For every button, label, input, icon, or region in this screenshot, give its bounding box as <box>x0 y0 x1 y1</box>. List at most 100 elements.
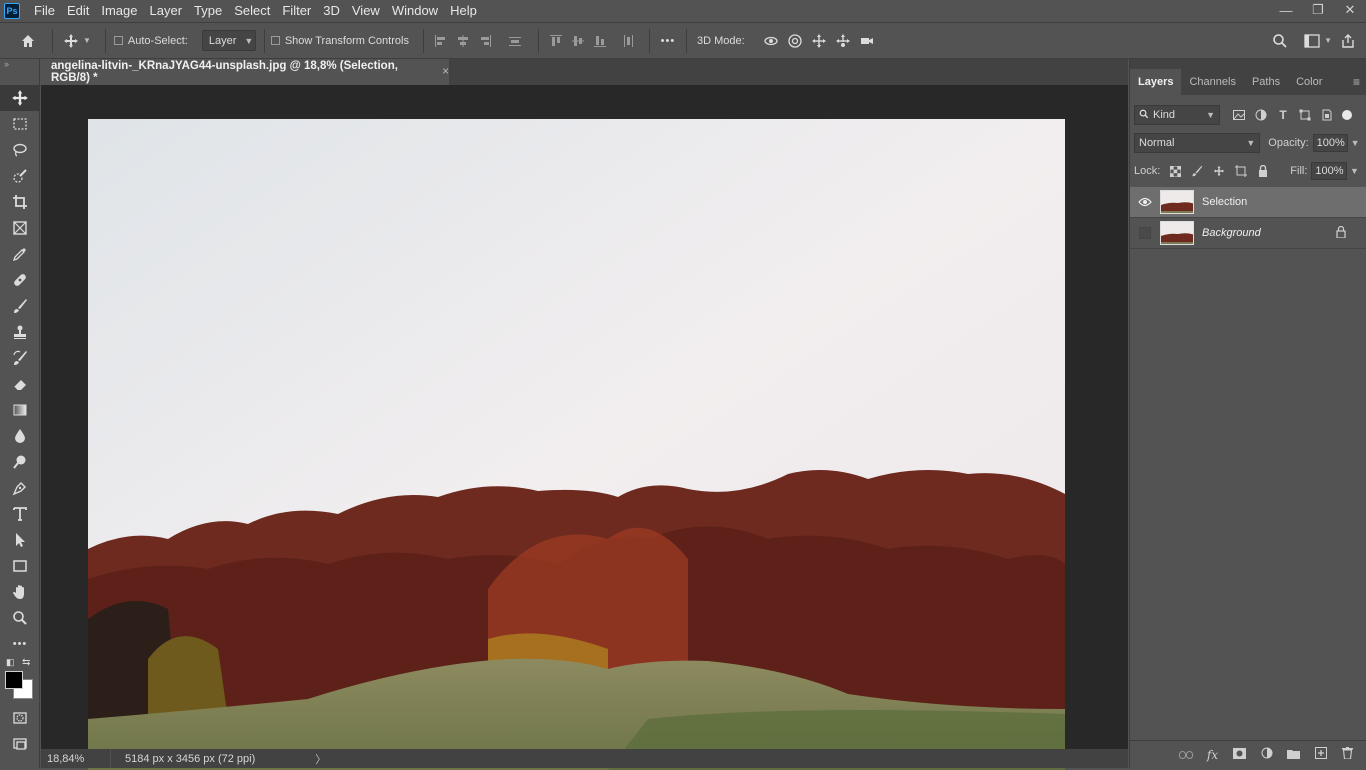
align-left-edges-icon[interactable] <box>430 30 452 52</box>
menu-filter[interactable]: Filter <box>276 0 317 22</box>
lasso-tool-icon[interactable] <box>0 137 40 163</box>
pen-tool-icon[interactable] <box>0 475 40 501</box>
menu-view[interactable]: View <box>346 0 386 22</box>
frame-tool-icon[interactable] <box>0 215 40 241</box>
align-horizontal-centers-icon[interactable] <box>452 30 474 52</box>
distribute-vertical-icon[interactable] <box>504 30 526 52</box>
tab-color[interactable]: Color <box>1288 69 1330 95</box>
new-layer-icon[interactable] <box>1307 747 1334 762</box>
menu-layer[interactable]: Layer <box>144 0 189 22</box>
distribute-horizontal-icon[interactable] <box>617 30 639 52</box>
opacity-input[interactable]: 100% <box>1312 134 1349 152</box>
share-icon[interactable] <box>1336 29 1360 53</box>
align-vertical-centers-icon[interactable] <box>567 30 589 52</box>
foreground-color-swatch[interactable] <box>5 671 23 689</box>
chevron-right-icon[interactable]: 〉 <box>315 751 326 767</box>
3d-orbit-icon[interactable] <box>759 29 783 53</box>
lock-artboard-icon[interactable] <box>1230 161 1252 181</box>
screen-mode-icon[interactable] <box>0 731 40 757</box>
add-mask-icon[interactable] <box>1226 747 1253 762</box>
chevron-down-icon[interactable]: ▼ <box>83 36 91 45</box>
quick-selection-tool-icon[interactable] <box>0 163 40 189</box>
3d-pan-icon[interactable] <box>807 29 831 53</box>
eraser-tool-icon[interactable] <box>0 371 40 397</box>
visibility-toggle[interactable] <box>1130 227 1160 239</box>
menu-window[interactable]: Window <box>386 0 444 22</box>
lock-position-icon[interactable] <box>1208 161 1230 181</box>
document-tab[interactable]: angelina-litvin-_KRnaJYAG44-unsplash.jpg… <box>41 59 449 85</box>
new-group-icon[interactable] <box>1280 748 1307 762</box>
hand-tool-icon[interactable] <box>0 579 40 605</box>
close-window-button[interactable]: ✕ <box>1334 0 1366 20</box>
3d-slide-icon[interactable] <box>831 29 855 53</box>
checkbox-icon[interactable] <box>270 36 280 45</box>
home-icon[interactable] <box>16 29 40 53</box>
more-options-icon[interactable]: ••• <box>656 29 680 53</box>
clone-stamp-tool-icon[interactable] <box>0 319 40 345</box>
align-top-edges-icon[interactable] <box>545 30 567 52</box>
restore-button[interactable]: ❐ <box>1302 0 1334 20</box>
align-bottom-edges-icon[interactable] <box>589 30 611 52</box>
move-tool-icon[interactable] <box>0 85 40 111</box>
brush-tool-icon[interactable] <box>0 293 40 319</box>
marquee-tool-icon[interactable] <box>0 111 40 137</box>
move-tool-preset-icon[interactable] <box>59 29 83 53</box>
lock-transparent-pixels-icon[interactable] <box>1164 161 1186 181</box>
fill-input[interactable]: 100% <box>1311 162 1348 180</box>
tab-channels[interactable]: Channels <box>1181 69 1243 95</box>
auto-select-checkbox[interactable]: Auto-Select: <box>113 35 188 47</box>
new-adjustment-layer-icon[interactable] <box>1253 747 1280 762</box>
path-selection-tool-icon[interactable] <box>0 527 40 553</box>
gradient-tool-icon[interactable] <box>0 397 40 423</box>
3d-roll-icon[interactable] <box>783 29 807 53</box>
shape-layer-filter-icon[interactable] <box>1294 105 1316 125</box>
dodge-tool-icon[interactable] <box>0 449 40 475</box>
workspace-icon[interactable] <box>1300 29 1324 53</box>
history-brush-tool-icon[interactable] <box>0 345 40 371</box>
type-tool-icon[interactable] <box>0 501 40 527</box>
link-layers-icon[interactable] <box>1172 748 1199 762</box>
adjustment-layer-filter-icon[interactable] <box>1250 105 1272 125</box>
tab-layers[interactable]: Layers <box>1130 69 1182 95</box>
zoom-level[interactable]: 18,84% <box>41 749 111 768</box>
default-colors-icon[interactable]: ◧ <box>6 657 15 668</box>
show-transform-controls-checkbox[interactable]: Show Transform Controls <box>270 35 409 47</box>
panel-menu-icon[interactable]: ≡ <box>1353 69 1360 95</box>
chevron-down-icon[interactable]: ▼ <box>1324 36 1332 45</box>
image-canvas[interactable] <box>88 119 1065 770</box>
menu-3d[interactable]: 3D <box>317 0 346 22</box>
type-layer-filter-icon[interactable]: T <box>1272 105 1294 125</box>
layer-row-selection[interactable]: Selection <box>1130 187 1366 218</box>
menu-image[interactable]: Image <box>95 0 143 22</box>
3d-camera-icon[interactable] <box>855 29 879 53</box>
eyedropper-tool-icon[interactable] <box>0 241 40 267</box>
minimize-button[interactable]: — <box>1270 0 1302 20</box>
fx-icon[interactable]: fx <box>1199 748 1226 762</box>
lock-all-icon[interactable] <box>1252 161 1274 181</box>
collapse-icon[interactable]: » <box>0 59 39 71</box>
filter-toggle-icon[interactable] <box>1342 110 1352 120</box>
menu-type[interactable]: Type <box>188 0 228 22</box>
menu-edit[interactable]: Edit <box>61 0 95 22</box>
menu-help[interactable]: Help <box>444 0 483 22</box>
crop-tool-icon[interactable] <box>0 189 40 215</box>
blend-mode-dropdown[interactable]: Normal ▼ <box>1134 133 1261 153</box>
visibility-eye-icon[interactable] <box>1130 197 1160 207</box>
menu-file[interactable]: File <box>28 0 61 22</box>
smart-object-filter-icon[interactable] <box>1316 105 1338 125</box>
quick-mask-icon[interactable] <box>0 705 40 731</box>
tab-paths[interactable]: Paths <box>1244 69 1288 95</box>
blur-tool-icon[interactable] <box>0 423 40 449</box>
checkbox-icon[interactable] <box>113 36 123 45</box>
edit-toolbar-icon[interactable]: ••• <box>0 631 40 657</box>
close-document-icon[interactable]: × <box>442 66 449 78</box>
healing-brush-tool-icon[interactable] <box>0 267 40 293</box>
auto-select-dropdown[interactable]: Layer ▼ <box>201 30 256 51</box>
lock-image-pixels-icon[interactable] <box>1186 161 1208 181</box>
chevron-down-icon[interactable]: ▼ <box>1348 138 1362 148</box>
chevron-down-icon[interactable]: ▼ <box>1347 166 1361 176</box>
menu-select[interactable]: Select <box>228 0 276 22</box>
rectangle-tool-icon[interactable] <box>0 553 40 579</box>
kind-filter-dropdown[interactable]: Kind ▼ <box>1134 105 1220 125</box>
layer-row-background[interactable]: Background <box>1130 218 1366 249</box>
